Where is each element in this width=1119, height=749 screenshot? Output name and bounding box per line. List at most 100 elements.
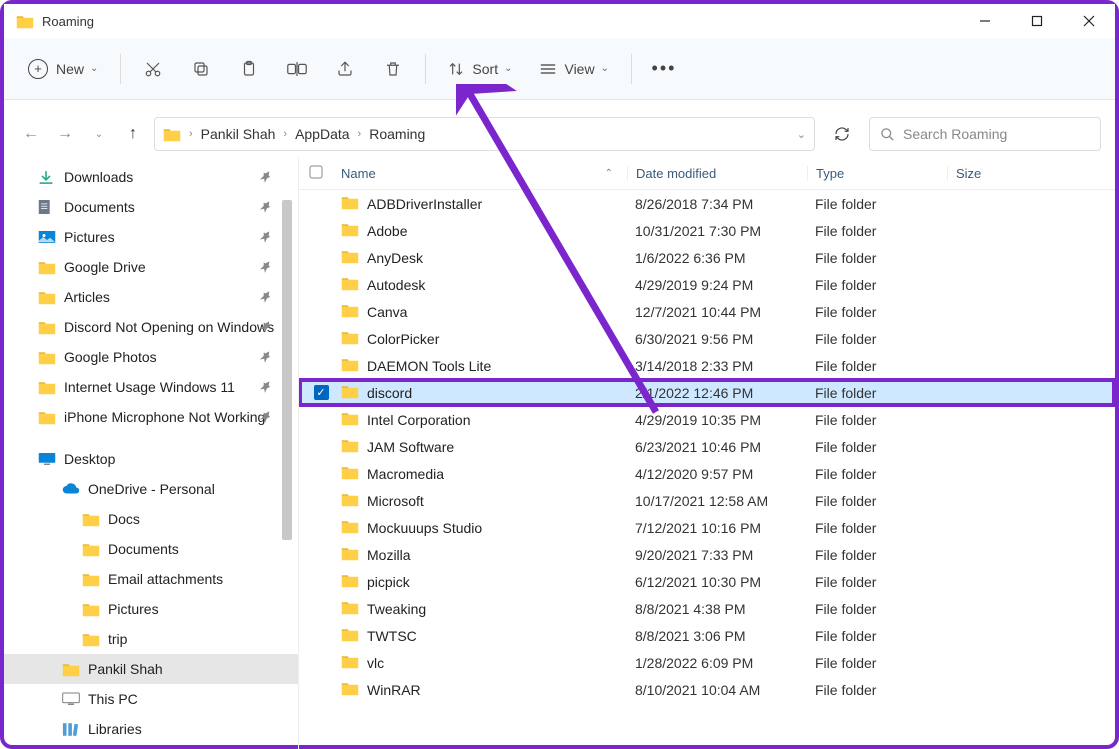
folder-icon xyxy=(341,519,359,537)
share-icon xyxy=(336,60,354,78)
file-name: AnyDesk xyxy=(367,250,423,266)
maximize-button[interactable] xyxy=(1011,4,1063,38)
table-row[interactable]: Macromedia4/12/2020 9:57 PMFile folder xyxy=(299,460,1115,487)
file-type: File folder xyxy=(807,358,947,374)
table-row[interactable]: ColorPicker6/30/2021 9:56 PMFile folder xyxy=(299,325,1115,352)
sidebar-item-user[interactable]: Pankil Shah xyxy=(4,654,298,684)
sidebar-item[interactable]: Documents xyxy=(4,534,298,564)
chevron-right-icon: › xyxy=(283,128,287,140)
sidebar-item[interactable]: Google Drive xyxy=(4,252,298,282)
sidebar-item[interactable]: Documents xyxy=(4,192,298,222)
folder-icon xyxy=(82,572,100,587)
breadcrumb[interactable]: › Pankil Shah › AppData › Roaming ⌄ xyxy=(154,117,815,151)
sidebar-item-label: Google Drive xyxy=(64,259,146,275)
sidebar-item-desktop[interactable]: Desktop xyxy=(4,444,298,474)
sidebar-item-label: Docs xyxy=(108,511,140,527)
table-row[interactable]: TWTSC8/8/2021 3:06 PMFile folder xyxy=(299,622,1115,649)
column-name[interactable]: Name⌃ xyxy=(333,166,627,181)
table-row[interactable]: Mozilla9/20/2021 7:33 PMFile folder xyxy=(299,541,1115,568)
table-row[interactable]: Autodesk4/29/2019 9:24 PMFile folder xyxy=(299,271,1115,298)
close-button[interactable] xyxy=(1063,4,1115,38)
delete-button[interactable] xyxy=(373,50,413,88)
forward-button[interactable]: → xyxy=(52,125,78,143)
share-button[interactable] xyxy=(325,50,365,88)
table-row[interactable]: ADBDriverInstaller8/26/2018 7:34 PMFile … xyxy=(299,190,1115,217)
history-dropdown[interactable]: ⌄ xyxy=(86,129,112,140)
table-row[interactable]: DAEMON Tools Lite3/14/2018 2:33 PMFile f… xyxy=(299,352,1115,379)
column-header: Name⌃ Date modified Type Size xyxy=(299,158,1115,190)
breadcrumb-item[interactable]: AppData xyxy=(295,126,349,142)
folder-icon xyxy=(341,654,359,672)
folder-icon xyxy=(341,357,359,375)
column-date[interactable]: Date modified xyxy=(627,166,807,181)
table-row[interactable]: Mockuuups Studio7/12/2021 10:16 PMFile f… xyxy=(299,514,1115,541)
sidebar-item[interactable]: Discord Not Opening on Windows xyxy=(4,312,298,342)
column-type[interactable]: Type xyxy=(807,166,947,181)
table-row[interactable]: Tweaking8/8/2021 4:38 PMFile folder xyxy=(299,595,1115,622)
sidebar-item[interactable]: Pictures xyxy=(4,594,298,624)
sidebar-item[interactable]: Downloads xyxy=(4,162,298,192)
sort-button[interactable]: Sort ⌄ xyxy=(438,50,522,88)
sidebar-item[interactable]: Internet Usage Windows 11 xyxy=(4,372,298,402)
select-all-checkbox[interactable] xyxy=(309,165,323,179)
folder-icon xyxy=(163,127,181,142)
search-input[interactable]: Search Roaming xyxy=(869,117,1101,151)
chevron-down-icon[interactable]: ⌄ xyxy=(797,128,806,141)
copy-button[interactable] xyxy=(181,50,221,88)
table-row[interactable]: JAM Software6/23/2021 10:46 PMFile folde… xyxy=(299,433,1115,460)
sidebar-item[interactable]: trip xyxy=(4,624,298,654)
more-button[interactable]: ••• xyxy=(644,50,684,88)
download-icon xyxy=(38,170,56,185)
table-row[interactable]: vlc1/28/2022 6:09 PMFile folder xyxy=(299,649,1115,676)
file-type: File folder xyxy=(807,628,947,644)
up-button[interactable]: ↑ xyxy=(120,125,146,143)
sidebar-item[interactable]: Email attachments xyxy=(4,564,298,594)
refresh-button[interactable] xyxy=(823,117,861,151)
breadcrumb-item[interactable]: Pankil Shah xyxy=(201,126,276,142)
table-row[interactable]: Canva12/7/2021 10:44 PMFile folder xyxy=(299,298,1115,325)
file-name: JAM Software xyxy=(367,439,454,455)
file-type: File folder xyxy=(807,439,947,455)
pictures-icon xyxy=(38,230,56,244)
chevron-right-icon: › xyxy=(189,128,193,140)
sidebar-item-thispc[interactable]: This PC xyxy=(4,684,298,714)
file-name: Tweaking xyxy=(367,601,426,617)
sidebar-item[interactable]: Docs xyxy=(4,504,298,534)
pin-icon xyxy=(257,288,274,306)
view-button[interactable]: View ⌄ xyxy=(530,50,618,88)
sidebar-item-label: Email attachments xyxy=(108,571,223,587)
breadcrumb-item[interactable]: Roaming xyxy=(369,126,425,142)
rename-button[interactable] xyxy=(277,50,317,88)
folder-icon xyxy=(38,260,56,275)
folder-icon xyxy=(341,276,359,294)
paste-button[interactable] xyxy=(229,50,269,88)
table-row[interactable]: AnyDesk1/6/2022 6:36 PMFile folder xyxy=(299,244,1115,271)
folder-icon xyxy=(38,290,56,305)
file-date: 10/17/2021 12:58 AM xyxy=(627,493,807,509)
sidebar-item[interactable]: Articles xyxy=(4,282,298,312)
file-name: discord xyxy=(367,385,412,401)
table-row[interactable]: Adobe10/31/2021 7:30 PMFile folder xyxy=(299,217,1115,244)
table-row[interactable]: picpick6/12/2021 10:30 PMFile folder xyxy=(299,568,1115,595)
back-button[interactable]: ← xyxy=(18,125,44,143)
sidebar-item-label: Downloads xyxy=(64,169,133,185)
folder-icon xyxy=(341,627,359,645)
minimize-button[interactable] xyxy=(959,4,1011,38)
cut-button[interactable] xyxy=(133,50,173,88)
table-row[interactable]: Intel Corporation4/29/2019 10:35 PMFile … xyxy=(299,406,1115,433)
sidebar-item[interactable]: Google Photos xyxy=(4,342,298,372)
table-row[interactable]: WinRAR8/10/2021 10:04 AMFile folder xyxy=(299,676,1115,703)
table-row[interactable]: Microsoft10/17/2021 12:58 AMFile folder xyxy=(299,487,1115,514)
sidebar-item-libraries[interactable]: Libraries xyxy=(4,714,298,744)
sidebar-item-onedrive[interactable]: OneDrive - Personal xyxy=(4,474,298,504)
pc-icon xyxy=(62,692,80,706)
file-name: vlc xyxy=(367,655,384,671)
table-row[interactable]: ✓discord2/1/2022 12:46 PMFile folder xyxy=(299,379,1115,406)
sidebar-item[interactable]: Pictures xyxy=(4,222,298,252)
new-button[interactable]: + New ⌄ xyxy=(18,50,108,88)
checkbox-checked[interactable]: ✓ xyxy=(314,385,329,400)
pin-icon xyxy=(257,168,274,186)
scrollbar[interactable] xyxy=(282,200,292,540)
sidebar-item[interactable]: iPhone Microphone Not Working xyxy=(4,402,298,432)
column-size[interactable]: Size xyxy=(947,166,1115,181)
